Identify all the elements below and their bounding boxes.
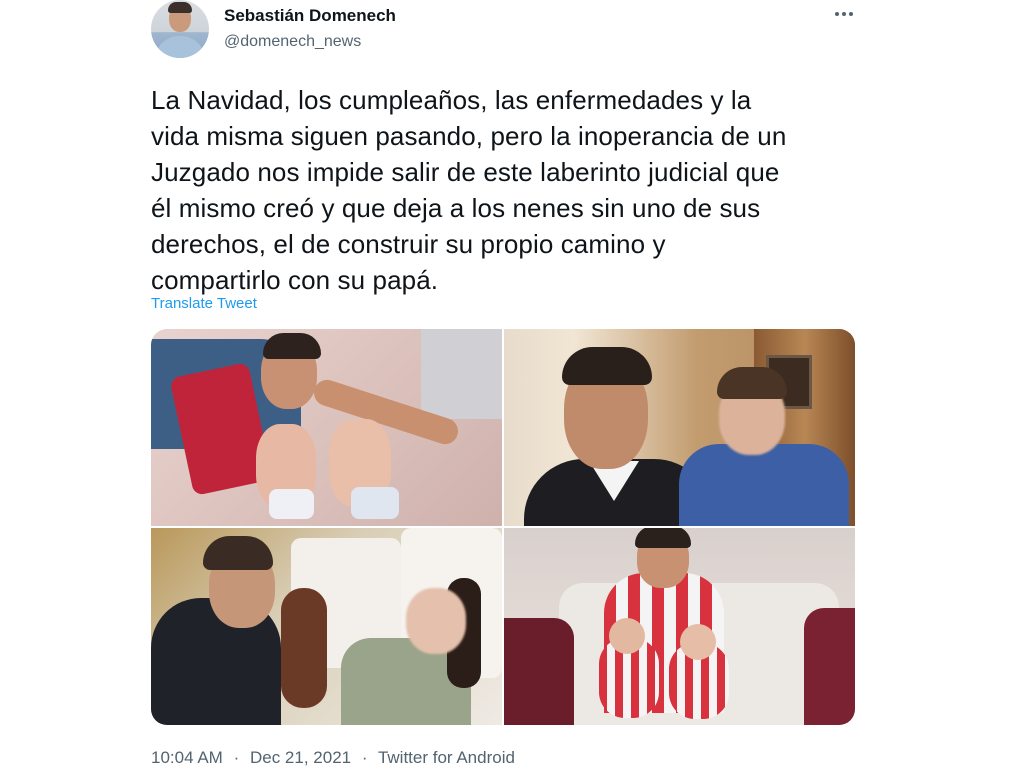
photo-1[interactable] bbox=[151, 329, 502, 526]
avatar[interactable] bbox=[151, 0, 209, 58]
translate-tweet-link[interactable]: Translate Tweet bbox=[151, 295, 257, 312]
tweet-meta: 10:04 AM · Dec 21, 2021 · Twitter for An… bbox=[151, 748, 515, 768]
photo-4[interactable] bbox=[504, 528, 855, 725]
tweet-date[interactable]: Dec 21, 2021 bbox=[250, 748, 351, 767]
more-dot bbox=[849, 12, 853, 16]
meta-separator: · bbox=[361, 748, 368, 767]
more-horizontal-icon[interactable] bbox=[830, 2, 858, 26]
tweet: Sebastián Domenech @domenech_news La Nav… bbox=[0, 0, 1018, 768]
meta-separator: · bbox=[233, 748, 240, 767]
tweet-time[interactable]: 10:04 AM bbox=[151, 748, 223, 767]
tweet-text: La Navidad, los cumpleaños, las enfermed… bbox=[151, 85, 787, 295]
avatar-hair bbox=[168, 2, 192, 13]
more-dot bbox=[835, 12, 839, 16]
author-handle[interactable]: @domenech_news bbox=[224, 33, 361, 51]
author-display-name[interactable]: Sebastián Domenech bbox=[224, 6, 396, 26]
tweet-source[interactable]: Twitter for Android bbox=[378, 748, 515, 767]
more-dot bbox=[842, 12, 846, 16]
avatar-shoulders bbox=[155, 36, 205, 58]
photo-3[interactable] bbox=[151, 528, 502, 725]
media-grid bbox=[151, 329, 855, 725]
photo-2[interactable] bbox=[504, 329, 855, 526]
